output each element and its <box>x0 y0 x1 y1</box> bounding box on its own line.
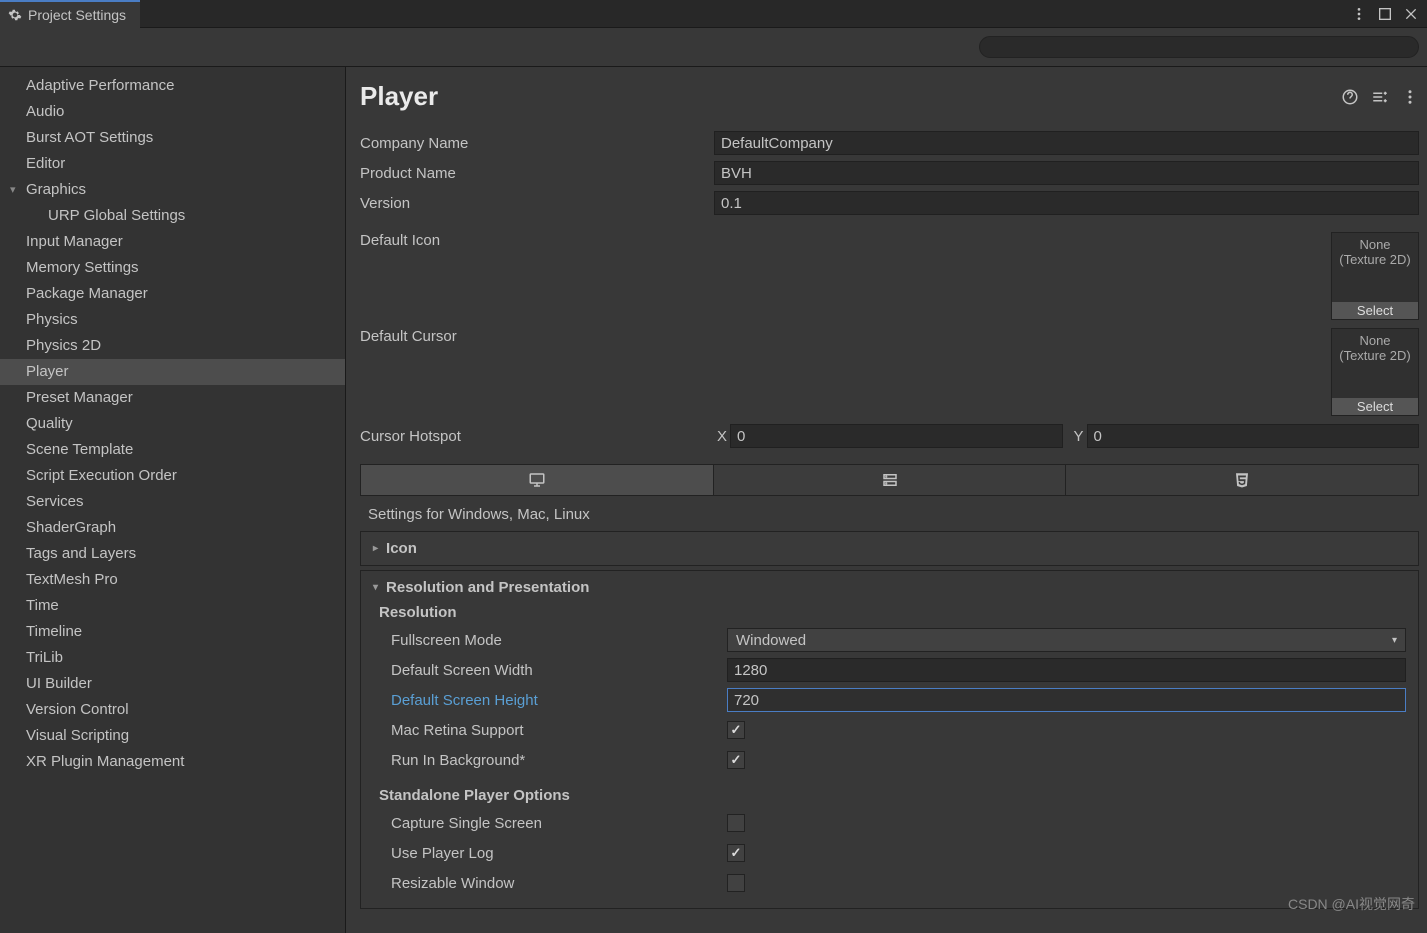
company-name-label: Company Name <box>360 135 714 152</box>
kebab-icon[interactable] <box>1401 88 1419 106</box>
sidebar-item-input-manager[interactable]: Input Manager <box>0 229 345 255</box>
cursor-x-input[interactable] <box>730 424 1063 448</box>
watermark: CSDN @AI视觉网奇 <box>1288 894 1415 914</box>
sidebar-item-physics[interactable]: Physics <box>0 307 345 333</box>
sidebar-item-package-manager[interactable]: Package Manager <box>0 281 345 307</box>
platform-tab-webgl[interactable] <box>1066 465 1418 495</box>
product-name-label: Product Name <box>360 165 714 182</box>
sidebar-item-memory-settings[interactable]: Memory Settings <box>0 255 345 281</box>
foldout-icon[interactable]: ▸ Icon <box>360 531 1419 566</box>
default-icon-label: Default Icon <box>360 232 714 249</box>
default-width-label: Default Screen Width <box>391 662 727 679</box>
subhead-resolution: Resolution <box>379 604 1406 621</box>
sidebar-item-graphics[interactable]: Graphics <box>0 177 345 203</box>
player-log-checkbox[interactable] <box>727 844 745 862</box>
sidebar-item-quality[interactable]: Quality <box>0 411 345 437</box>
sidebar-item-audio[interactable]: Audio <box>0 99 345 125</box>
sidebar-item-services[interactable]: Services <box>0 489 345 515</box>
monitor-icon <box>528 471 546 489</box>
default-height-input[interactable] <box>727 688 1406 712</box>
sidebar-item-script-execution-order[interactable]: Script Execution Order <box>0 463 345 489</box>
chevron-right-icon: ▸ <box>373 543 378 554</box>
sidebar-item-scene-template[interactable]: Scene Template <box>0 437 345 463</box>
main-panel: Player Company Name Product Name Version… <box>346 67 1427 933</box>
sidebar: Adaptive PerformanceAudioBurst AOT Setti… <box>0 67 346 933</box>
window-tab[interactable]: Project Settings <box>0 0 140 28</box>
platform-tab-server[interactable] <box>714 465 1067 495</box>
subhead-standalone: Standalone Player Options <box>379 787 1406 804</box>
resizable-label: Resizable Window <box>391 875 727 892</box>
cursor-y-input[interactable] <box>1087 424 1420 448</box>
sidebar-item-editor[interactable]: Editor <box>0 151 345 177</box>
player-log-label: Use Player Log <box>391 845 727 862</box>
capture-single-checkbox[interactable] <box>727 814 745 832</box>
sidebar-item-tags-and-layers[interactable]: Tags and Layers <box>0 541 345 567</box>
settings-icon[interactable] <box>1371 88 1389 106</box>
cursor-hotspot-label: Cursor Hotspot <box>360 428 714 445</box>
cursor-x-label: X <box>714 428 730 445</box>
server-icon <box>881 471 899 489</box>
sidebar-item-physics-2d[interactable]: Physics 2D <box>0 333 345 359</box>
platform-tab-standalone[interactable] <box>361 465 714 495</box>
product-name-input[interactable] <box>714 161 1419 185</box>
maximize-icon[interactable] <box>1377 6 1393 22</box>
sidebar-item-xr-plugin-management[interactable]: XR Plugin Management <box>0 749 345 775</box>
chevron-down-icon: ▾ <box>373 582 378 593</box>
sidebar-item-textmesh-pro[interactable]: TextMesh Pro <box>0 567 345 593</box>
sidebar-item-timeline[interactable]: Timeline <box>0 619 345 645</box>
sidebar-item-player[interactable]: Player <box>0 359 345 385</box>
fullscreen-mode-dropdown[interactable]: Windowed ▾ <box>727 628 1406 652</box>
sidebar-item-burst-aot-settings[interactable]: Burst AOT Settings <box>0 125 345 151</box>
capture-single-label: Capture Single Screen <box>391 815 727 832</box>
mac-retina-checkbox[interactable] <box>727 721 745 739</box>
run-bg-checkbox[interactable] <box>727 751 745 769</box>
titlebar: Project Settings <box>0 0 1427 28</box>
select-cursor-button[interactable]: Select <box>1332 398 1418 415</box>
version-input[interactable] <box>714 191 1419 215</box>
search-input[interactable] <box>979 36 1419 58</box>
company-name-input[interactable] <box>714 131 1419 155</box>
sidebar-item-version-control[interactable]: Version Control <box>0 697 345 723</box>
sidebar-item-urp-global-settings[interactable]: URP Global Settings <box>0 203 345 229</box>
default-cursor-label: Default Cursor <box>360 328 714 345</box>
sidebar-item-adaptive-performance[interactable]: Adaptive Performance <box>0 73 345 99</box>
mac-retina-label: Mac Retina Support <box>391 722 727 739</box>
sidebar-item-preset-manager[interactable]: Preset Manager <box>0 385 345 411</box>
window-title: Project Settings <box>28 7 126 23</box>
default-height-label: Default Screen Height <box>391 692 727 709</box>
run-bg-label: Run In Background* <box>391 752 727 769</box>
select-icon-button[interactable]: Select <box>1332 302 1418 319</box>
resizable-checkbox[interactable] <box>727 874 745 892</box>
page-title: Player <box>360 81 438 112</box>
cursor-y-label: Y <box>1071 428 1087 445</box>
fullscreen-mode-label: Fullscreen Mode <box>391 632 727 649</box>
sidebar-item-trilib[interactable]: TriLib <box>0 645 345 671</box>
sidebar-item-visual-scripting[interactable]: Visual Scripting <box>0 723 345 749</box>
close-icon[interactable] <box>1403 6 1419 22</box>
gear-icon <box>8 8 22 22</box>
kebab-icon[interactable] <box>1351 6 1367 22</box>
platform-settings-title: Settings for Windows, Mac, Linux <box>360 506 1419 523</box>
chevron-down-icon: ▾ <box>1392 635 1397 646</box>
sidebar-item-time[interactable]: Time <box>0 593 345 619</box>
html5-icon <box>1233 471 1251 489</box>
search-bar <box>0 28 1427 67</box>
default-icon-slot[interactable]: None (Texture 2D) Select <box>1331 232 1419 320</box>
sidebar-item-ui-builder[interactable]: UI Builder <box>0 671 345 697</box>
default-cursor-slot[interactable]: None (Texture 2D) Select <box>1331 328 1419 416</box>
window-controls <box>1351 6 1427 22</box>
version-label: Version <box>360 195 714 212</box>
foldout-resolution[interactable]: ▾ Resolution and Presentation <box>373 579 1406 596</box>
help-icon[interactable] <box>1341 88 1359 106</box>
section-resolution: ▾ Resolution and Presentation Resolution… <box>360 570 1419 909</box>
sidebar-item-shadergraph[interactable]: ShaderGraph <box>0 515 345 541</box>
default-width-input[interactable] <box>727 658 1406 682</box>
platform-tabs <box>360 464 1419 496</box>
